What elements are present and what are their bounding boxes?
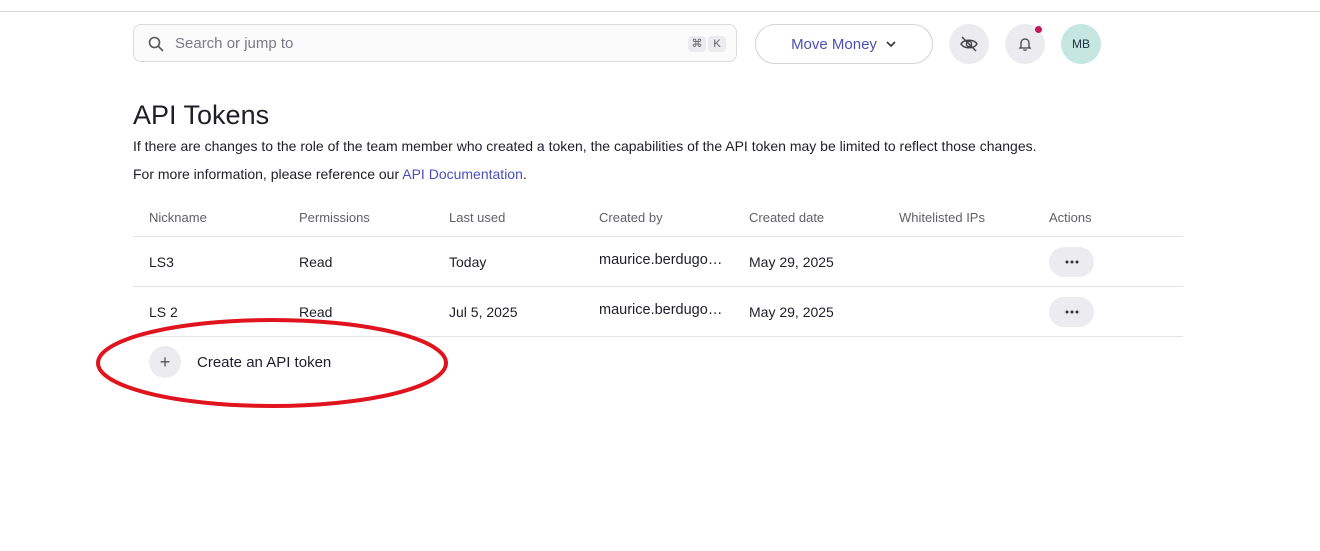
api-tokens-table: Nickname Permissions Last used Created b…: [133, 200, 1183, 337]
row-actions-button[interactable]: [1049, 297, 1094, 327]
notification-dot: [1035, 26, 1042, 33]
chevron-down-icon: [886, 41, 896, 48]
bell-icon: [1018, 38, 1032, 51]
info-line: For more information, please reference o…: [133, 166, 527, 182]
hide-balances-button[interactable]: [949, 24, 989, 64]
cell-created-date: May 29, 2025: [749, 254, 834, 270]
shortcut-key-cmd: ⌘: [688, 36, 706, 52]
top-divider: [0, 11, 1320, 12]
row-actions-button[interactable]: [1049, 247, 1094, 277]
info-prefix: For more information, please reference o…: [133, 166, 403, 182]
table-row[interactable]: LS3 Read Today maurice.berdugo… May 29, …: [133, 237, 1183, 287]
create-api-token-label: Create an API token: [197, 353, 332, 371]
create-api-token-button[interactable]: + Create an API token: [149, 346, 331, 378]
cell-permissions: Read: [299, 254, 333, 270]
api-documentation-link[interactable]: API Documentation: [402, 166, 523, 182]
search-bar[interactable]: Search or jump to ⌘ K: [133, 24, 737, 62]
cell-created-by: maurice.berdugo…: [599, 302, 723, 318]
column-header-permissions: Permissions: [299, 210, 370, 225]
search-icon: [148, 36, 164, 52]
avatar[interactable]: MB: [1061, 24, 1101, 64]
cell-created-date: May 29, 2025: [749, 304, 834, 320]
info-suffix: .: [522, 166, 527, 182]
page-description: If there are changes to the role of the …: [133, 138, 1037, 154]
move-money-label: Move Money: [791, 35, 877, 53]
page-title: API Tokens: [133, 100, 270, 130]
cell-created-by: maurice.berdugo…: [599, 252, 723, 268]
shortcut-key-k: K: [708, 36, 726, 52]
plus-icon: +: [149, 346, 181, 378]
cell-nickname: LS3: [149, 254, 174, 270]
column-header-whitelisted-ips: Whitelisted IPs: [899, 210, 985, 225]
column-header-nickname: Nickname: [149, 210, 207, 225]
search-placeholder: Search or jump to: [175, 35, 294, 52]
move-money-button[interactable]: Move Money: [755, 24, 933, 64]
column-header-created-date: Created date: [749, 210, 825, 225]
column-header-last-used: Last used: [449, 210, 506, 225]
cell-nickname: LS 2: [149, 304, 178, 320]
cell-last-used: Jul 5, 2025: [449, 304, 518, 320]
cell-permissions: Read: [299, 304, 333, 320]
column-header-actions: Actions: [1049, 210, 1092, 225]
more-horizontal-icon: [1065, 310, 1078, 314]
table-header: Nickname Permissions Last used Created b…: [133, 200, 1183, 237]
column-header-created-by: Created by: [599, 210, 663, 225]
eye-slash-icon: [960, 36, 978, 52]
cell-last-used: Today: [449, 254, 487, 270]
table-row[interactable]: LS 2 Read Jul 5, 2025 maurice.berdugo… M…: [133, 287, 1183, 337]
more-horizontal-icon: [1065, 260, 1078, 264]
